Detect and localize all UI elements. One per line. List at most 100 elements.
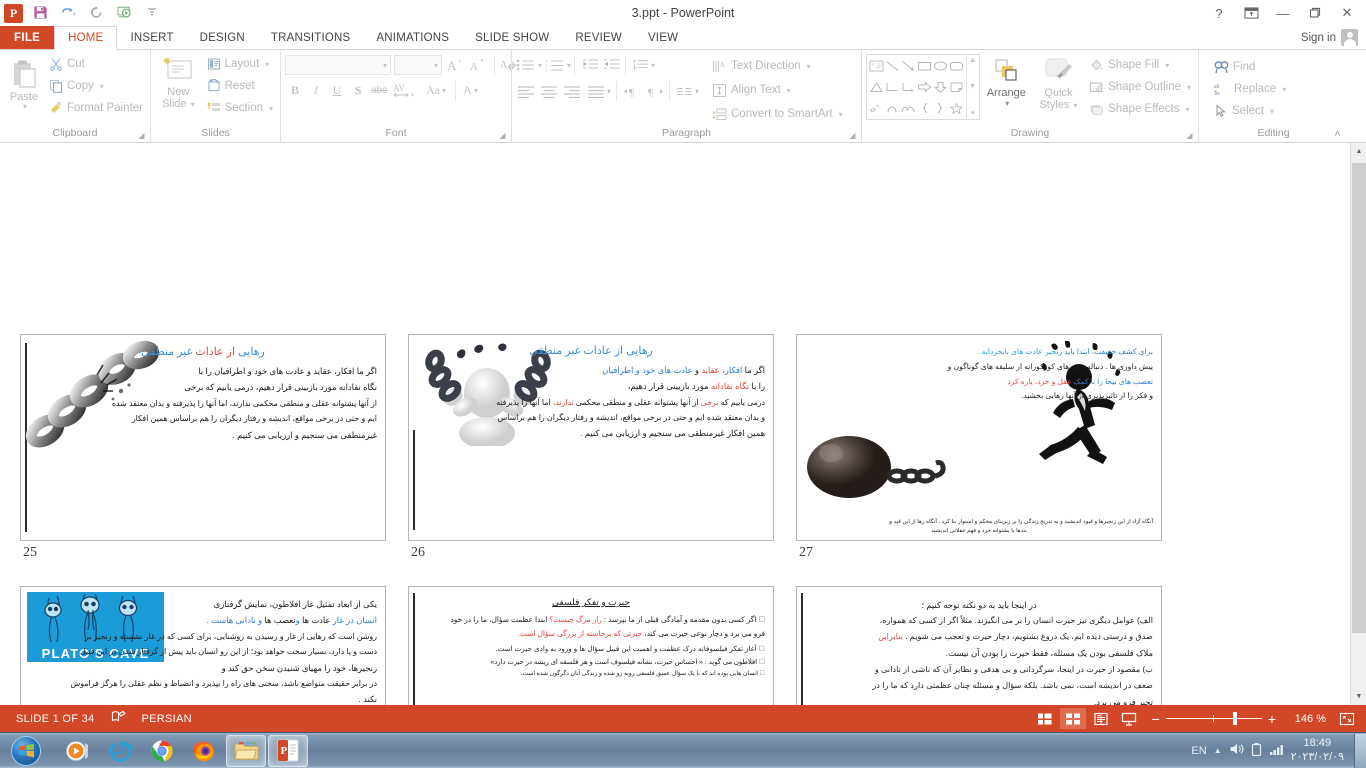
- shape-oval[interactable]: [932, 56, 948, 77]
- copy-button[interactable]: Copy ▾: [46, 75, 146, 97]
- rtl-direction-button[interactable]: ¶: [646, 81, 666, 101]
- slide-sorter-pane[interactable]: 22 23 به نظر شما کدام عبارت عمیق تر و جذ…: [0, 143, 1366, 705]
- zoom-slider[interactable]: − +: [1144, 711, 1284, 727]
- scroll-down-icon[interactable]: ▼: [1351, 688, 1366, 705]
- shape-outline-button[interactable]: Shape Outline ▾: [1086, 76, 1194, 98]
- font-name-input[interactable]: ▾: [285, 55, 391, 75]
- firefox-icon[interactable]: [184, 735, 224, 767]
- slide-thumbnail-26[interactable]: رهایی از عادات غیر منطقی اگر ما افکار، ع…: [408, 334, 774, 541]
- tab-slide-show[interactable]: SLIDE SHOW: [462, 26, 562, 49]
- scroll-up-icon[interactable]: ▲: [1351, 143, 1366, 160]
- tab-view[interactable]: VIEW: [635, 26, 691, 49]
- paste-button[interactable]: Paste ▾: [4, 53, 44, 111]
- new-slide-button[interactable]: New Slide ▾: [155, 53, 202, 110]
- minimize-button[interactable]: —: [1268, 2, 1298, 24]
- slide-cell-30[interactable]: در اینجا باید به دو نکته توجه کنیم ؛ الف…: [796, 586, 1184, 705]
- drawing-dialog-launcher[interactable]: ◢: [1185, 131, 1194, 140]
- ribbon-display-options-icon[interactable]: [1236, 2, 1266, 24]
- shapes-scroll-down-icon[interactable]: ▼: [969, 83, 976, 90]
- reading-view-button[interactable]: [1088, 708, 1114, 729]
- slide-cell-24[interactable]: به نظر شما کدام عبارت عمیق تر و جذاب تر …: [796, 143, 1184, 334]
- network-icon[interactable]: [1269, 743, 1284, 759]
- align-center-button[interactable]: [539, 81, 559, 101]
- shape-folded-corner[interactable]: [949, 77, 965, 98]
- slide-cell-25[interactable]: رهایی از عادات غیر منطقی اگر ما افکار، ع…: [20, 334, 408, 586]
- underline-button[interactable]: U: [327, 80, 347, 100]
- shape-down-arrow[interactable]: [932, 77, 948, 98]
- tab-file[interactable]: FILE: [0, 26, 54, 49]
- section-button[interactable]: Section ▾: [204, 97, 276, 119]
- restore-button[interactable]: [1300, 2, 1330, 24]
- shape-star[interactable]: [949, 97, 965, 118]
- shapes-gallery-scrollbar[interactable]: ▲ ▼ ▾: [966, 55, 979, 119]
- volume-icon[interactable]: [1229, 742, 1244, 759]
- fit-slide-to-window-button[interactable]: [1334, 708, 1360, 729]
- shape-elbow-connector[interactable]: [884, 77, 900, 98]
- file-explorer-icon[interactable]: [226, 735, 266, 767]
- ltr-direction-button[interactable]: ¶: [616, 81, 643, 101]
- paragraph-dialog-launcher[interactable]: ◢: [848, 131, 857, 140]
- tab-review[interactable]: REVIEW: [562, 26, 635, 49]
- shape-elbow-arrow-connector[interactable]: [900, 77, 916, 98]
- align-text-button[interactable]: Align Text ▾: [709, 79, 846, 101]
- reset-button[interactable]: Reset: [204, 75, 276, 97]
- google-chrome-icon[interactable]: [142, 735, 182, 767]
- slide-thumbnail-29[interactable]: حیرت و تفکر فلسفی ☐ اگر کسی بدون مقدمه و…: [408, 586, 774, 705]
- slide-cell-23[interactable]: 23: [408, 143, 796, 334]
- bold-button[interactable]: B: [285, 80, 305, 100]
- line-spacing-button[interactable]: ▾: [625, 55, 655, 75]
- shape-left-brace[interactable]: [916, 97, 932, 118]
- shape-rounded-rectangle[interactable]: [949, 56, 965, 77]
- show-desktop-button[interactable]: [1354, 734, 1366, 768]
- zoom-percentage[interactable]: 146 %: [1286, 713, 1326, 725]
- slide-thumbnail-28[interactable]: PLATO'S CAVE یکی از ابعاد تمثیل غار افلا…: [20, 586, 386, 705]
- slide-cell-26[interactable]: رهایی از عادات غیر منطقی اگر ما افکار، ع…: [408, 334, 796, 586]
- shape-double-arc[interactable]: [900, 97, 916, 118]
- shape-textbox[interactable]: A: [868, 56, 884, 77]
- internet-explorer-icon[interactable]: [100, 735, 140, 767]
- battery-icon[interactable]: [1251, 742, 1262, 760]
- powerpoint-taskbar-icon[interactable]: P: [268, 735, 308, 767]
- shape-right-brace[interactable]: [932, 97, 948, 118]
- slide-cell-29[interactable]: حیرت و تفکر فلسفی ☐ اگر کسی بدون مقدمه و…: [408, 586, 796, 705]
- start-button[interactable]: [2, 734, 50, 768]
- shape-right-arrow[interactable]: [916, 77, 932, 98]
- layout-button[interactable]: Layout ▾: [204, 53, 276, 75]
- align-left-button[interactable]: [516, 81, 536, 101]
- tab-animations[interactable]: ANIMATIONS: [363, 26, 462, 49]
- language-indicator-tray[interactable]: EN: [1191, 745, 1206, 757]
- language-indicator[interactable]: PERSIAN: [132, 713, 202, 725]
- italic-button[interactable]: I: [306, 80, 326, 100]
- scrollbar-thumb[interactable]: [1352, 163, 1366, 633]
- shapes-scroll-up-icon[interactable]: ▲: [969, 57, 976, 64]
- slide-thumbnail-30[interactable]: در اینجا باید به دو نکته توجه کنیم ؛ الف…: [796, 586, 1162, 705]
- format-painter-button[interactable]: Format Painter: [46, 97, 146, 119]
- zoom-slider-handle[interactable]: [1233, 712, 1237, 725]
- shape-effects-button[interactable]: Shape Effects ▾: [1086, 98, 1194, 120]
- slide-thumbnail-25[interactable]: رهایی از عادات غیر منطقی اگر ما افکار، ع…: [20, 334, 386, 541]
- decrease-indent-button[interactable]: [574, 55, 599, 75]
- quick-styles-button[interactable]: Quick Styles ▾: [1033, 54, 1084, 111]
- strikethrough-button[interactable]: abc: [369, 80, 389, 100]
- shape-scribble[interactable]: [868, 97, 884, 118]
- shape-arrow[interactable]: [900, 56, 916, 77]
- character-spacing-button[interactable]: AV: [390, 80, 420, 100]
- slide-cell-27[interactable]: برای کشف حقیقت، ابتدا باید زنجیر عادت ها…: [796, 334, 1184, 586]
- clock[interactable]: 18:49 ۲۰۲۳/۰۲/۰۹: [1291, 737, 1344, 765]
- shape-triangle[interactable]: [868, 77, 884, 98]
- arrange-button[interactable]: Arrange ▾: [980, 54, 1033, 108]
- font-dialog-launcher[interactable]: ◢: [498, 131, 507, 140]
- zoom-slider-track[interactable]: [1166, 718, 1262, 719]
- numbering-button[interactable]: 123 ▾: [545, 55, 571, 75]
- bullets-button[interactable]: ▾: [516, 55, 542, 75]
- shape-arc[interactable]: [884, 97, 900, 118]
- replace-button[interactable]: abac Replace ▾: [1211, 78, 1289, 100]
- slide-thumbnail-27[interactable]: برای کشف حقیقت، ابتدا باید زنجیر عادت ها…: [796, 334, 1162, 541]
- slide-cell-22[interactable]: 22: [20, 143, 408, 334]
- tab-transitions[interactable]: TRANSITIONS: [258, 26, 364, 49]
- justify-button[interactable]: ▾: [585, 81, 613, 101]
- slide-indicator[interactable]: SLIDE 1 OF 34: [6, 713, 105, 725]
- font-color-button[interactable]: A▾: [455, 80, 485, 100]
- shape-fill-button[interactable]: Shape Fill ▾: [1086, 54, 1194, 76]
- slide-sorter-view-button[interactable]: [1060, 708, 1086, 729]
